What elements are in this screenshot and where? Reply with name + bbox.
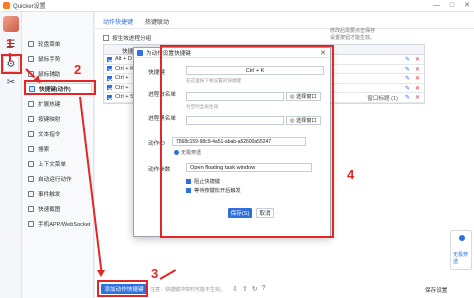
search-icon: [28, 145, 34, 152]
row-extra: 窗口标题 (1): [367, 96, 398, 102]
tab-action-hotkeys[interactable]: 动作快捷键: [103, 15, 134, 29]
sidebar-item-event-trigger[interactable]: 事件触发: [24, 188, 92, 199]
sidebar-item-label: 鼠标辅助: [38, 71, 61, 78]
edit-icon[interactable]: ✎: [405, 85, 410, 92]
annotation-box-3: [97, 280, 148, 297]
delete-icon[interactable]: ✕: [415, 94, 420, 101]
menu-icon: [28, 160, 34, 167]
import-icon[interactable]: ⇩: [232, 285, 238, 293]
save-settings-button[interactable]: 保存设置: [425, 286, 447, 294]
row-checkbox[interactable]: [107, 56, 112, 62]
annotation-number-1: 1: [6, 36, 14, 51]
play-icon: [28, 175, 34, 182]
group-by-process-checkbox[interactable]: 按生效进程分组: [103, 34, 151, 42]
annotation-number-3: 3: [151, 266, 159, 281]
dialog-app-icon: [137, 49, 143, 56]
row-checkbox[interactable]: [107, 94, 112, 100]
row-checkbox[interactable]: [107, 66, 112, 72]
checkbox-label: 按生效进程分组: [112, 36, 152, 42]
checkbox-box[interactable]: [103, 35, 109, 41]
floating-label: 无极穿透: [453, 252, 469, 265]
avatar[interactable]: [3, 16, 19, 32]
minimize-button[interactable]: —: [433, 2, 440, 10]
tab-bar: 动作快捷键 热键联动: [103, 15, 169, 29]
edit-icon[interactable]: ✎: [405, 75, 410, 82]
annotation-number-2: 2: [74, 62, 82, 77]
annotation-arrow-1: [9, 53, 11, 61]
annotation-number-4: 4: [347, 167, 355, 182]
tab-hotkey-linkage[interactable]: 热键联动: [145, 15, 169, 29]
mapping-icon: [28, 115, 34, 122]
text-icon: [28, 130, 34, 137]
row-checkbox[interactable]: [107, 85, 112, 91]
close-button[interactable]: ✕: [464, 2, 470, 10]
sidebar-item-label: 事件触发: [38, 191, 61, 198]
sidebar-item-label: 文本指令: [38, 131, 61, 138]
event-icon: [28, 190, 34, 197]
sidebar-item-text-command[interactable]: 文本指令: [24, 128, 92, 139]
sidebar-item-label: 手机APP/WebSocket: [38, 221, 91, 228]
action-dot-icon: [459, 235, 465, 241]
row-checkbox[interactable]: [107, 75, 112, 81]
edit-icon[interactable]: ✎: [405, 66, 410, 73]
annotation-arrowhead-2: [97, 270, 105, 277]
sidebar-item-label: 轮盘菜单: [38, 41, 61, 48]
app-icon: [3, 2, 10, 9]
export-icon[interactable]: ⇧: [242, 285, 248, 293]
extend-icon: [28, 100, 34, 107]
floating-action-tile[interactable]: 无极穿透: [450, 230, 472, 270]
gesture-icon: [28, 55, 34, 62]
wheel-icon: [28, 40, 34, 47]
sidebar-item-mobile-app[interactable]: 手机APP/WebSocket: [24, 218, 92, 229]
sidebar-item-label: 鼠标手势: [38, 56, 61, 63]
right-note: 修改后需要点击保存设置按钮才能生效。: [330, 28, 376, 41]
sidebar-item-screenshot[interactable]: 快速截图: [24, 203, 92, 214]
footer-toolbar: ⇩ ⇧ ↻ ?: [232, 285, 266, 293]
sidebar-item-gesture[interactable]: 鼠标手势: [24, 53, 92, 64]
window-controls: — □ ✕: [433, 2, 470, 10]
annotation-box-4: [160, 45, 334, 238]
sidebar-item-label: 快速截图: [38, 206, 61, 213]
edit-icon[interactable]: ✎: [405, 56, 410, 63]
sidebar-item-label: 搜索: [38, 146, 50, 153]
delete-icon[interactable]: ✕: [415, 85, 420, 92]
title-bar: Quicker设置 — □ ✕: [0, 0, 474, 12]
edit-icon[interactable]: ✎: [405, 94, 410, 101]
delete-icon[interactable]: ✕: [415, 56, 420, 63]
sidebar: 轮盘菜单 鼠标手势 鼠标辅助 快捷键(动作) 扩展热键 按键映射 文本指令 搜索…: [22, 12, 94, 298]
sidebar-item-context-menu[interactable]: 上下文菜单: [24, 158, 92, 169]
screenshot-icon: [28, 205, 34, 212]
window-title: Quicker设置: [13, 4, 46, 10]
tools-icon[interactable]: ✂: [3, 74, 19, 90]
delete-icon[interactable]: ✕: [415, 66, 420, 73]
sidebar-item-label: 扩展热键: [38, 101, 61, 108]
sidebar-item-search[interactable]: 搜索: [24, 143, 92, 154]
sidebar-item-label: 自动运行动作: [38, 176, 72, 183]
sidebar-item-label: 上下文菜单: [38, 161, 66, 168]
phone-icon: [28, 220, 34, 227]
delete-icon[interactable]: ✕: [415, 75, 420, 82]
sidebar-item-label: 按键映射: [38, 116, 61, 123]
maximize-button[interactable]: □: [450, 2, 454, 10]
refresh-icon[interactable]: ↻: [252, 285, 258, 293]
sidebar-item-auto-run[interactable]: 自动运行动作: [24, 173, 92, 184]
sidebar-item-wheel-menu[interactable]: 轮盘菜单: [24, 38, 92, 49]
help-icon[interactable]: ?: [262, 285, 266, 293]
annotation-box-1: [1, 54, 22, 74]
tab-divider: [95, 28, 474, 29]
footer-note: 注意：快捷键冲突时可能不生效。: [150, 287, 226, 293]
